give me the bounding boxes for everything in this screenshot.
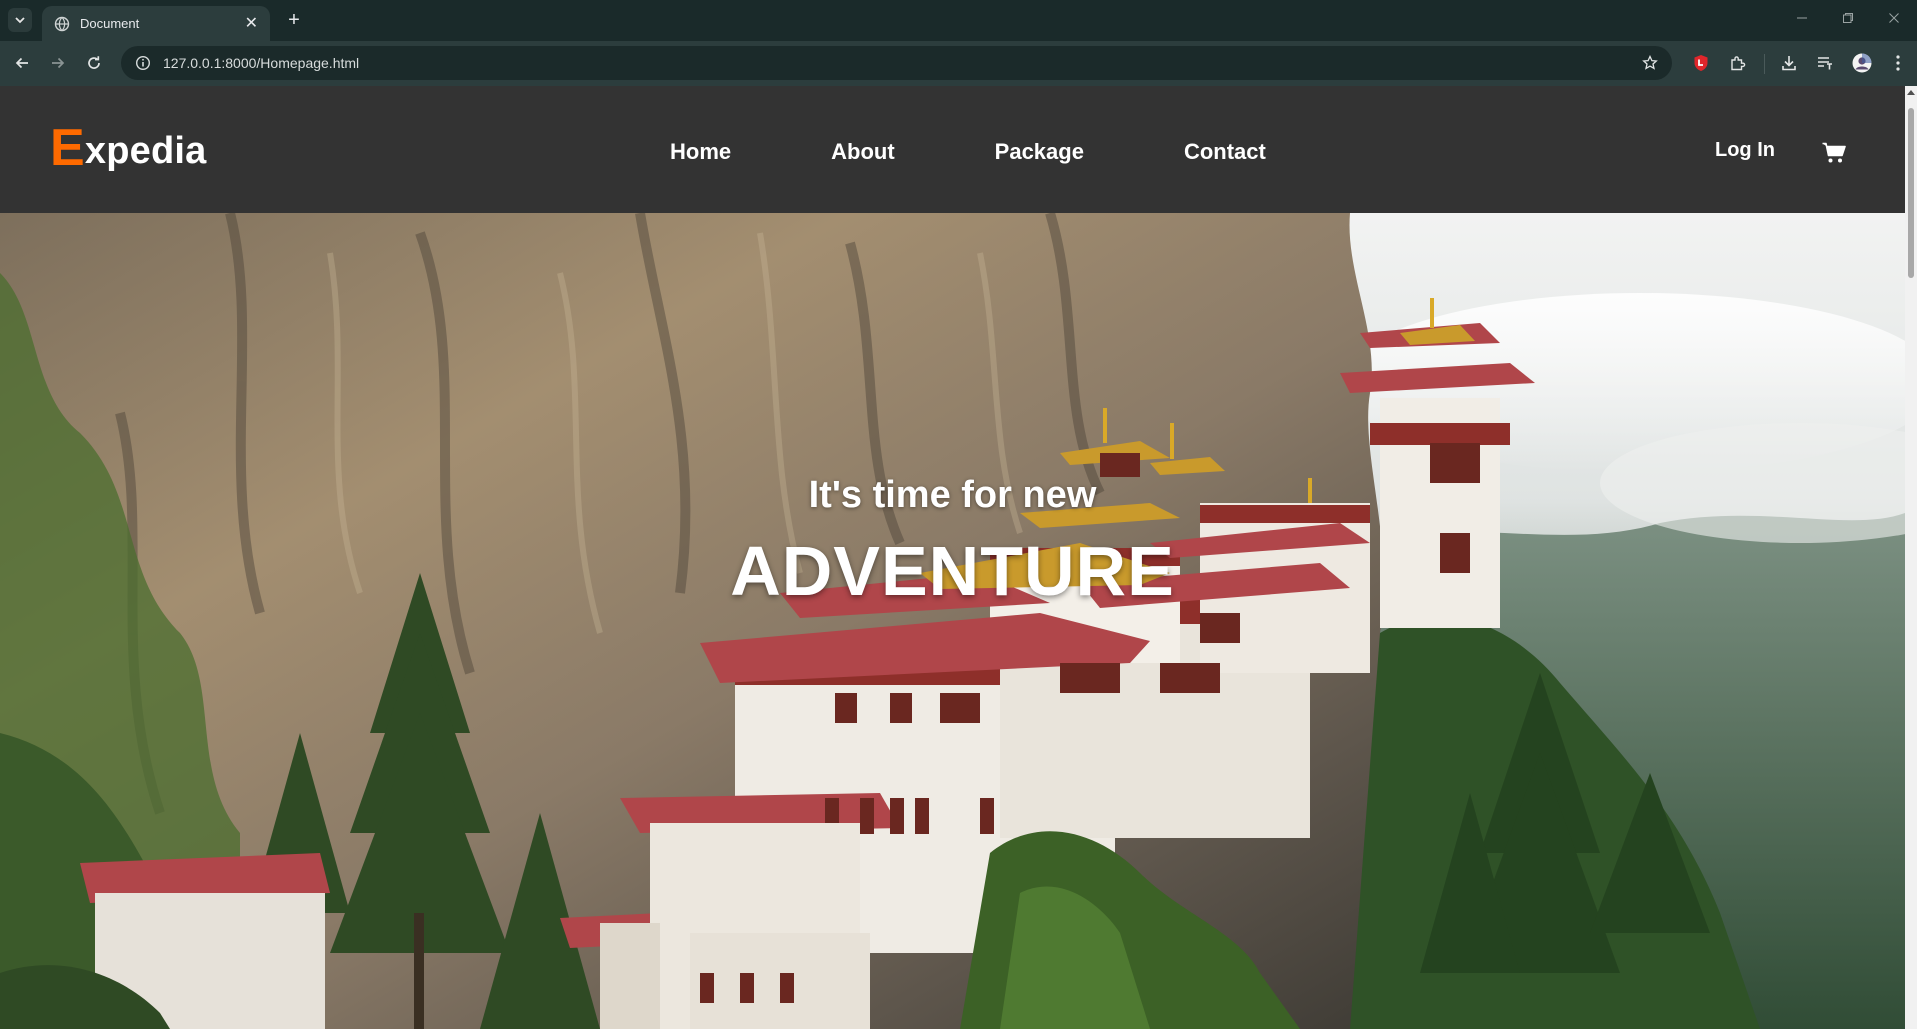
new-tab-icon[interactable]: + <box>282 9 306 33</box>
globe-icon <box>54 16 70 31</box>
close-icon[interactable]: ✕ <box>245 15 258 32</box>
forward-icon[interactable] <box>46 51 70 75</box>
url-text: 127.0.0.1:8000/Homepage.html <box>163 55 360 71</box>
toolbar-divider <box>1764 54 1765 74</box>
nav-contact[interactable]: Contact <box>1184 139 1266 165</box>
site-info-icon[interactable] <box>135 55 151 71</box>
nav-about[interactable]: About <box>831 139 895 165</box>
nav-package[interactable]: Package <box>995 139 1084 165</box>
restore-icon[interactable] <box>1825 0 1871 36</box>
browser-tab[interactable]: Document ✕ <box>42 6 270 41</box>
site-logo[interactable]: Expedia <box>50 118 206 178</box>
main-nav: Home About Package Contact <box>670 139 1266 165</box>
nav-home[interactable]: Home <box>670 139 731 165</box>
page-viewport: Expedia Home About Package Contact Log I… <box>0 86 1905 1029</box>
scrollbar-thumb[interactable] <box>1908 108 1914 278</box>
reading-list-icon[interactable] <box>1813 51 1837 75</box>
browser-tab-strip: Document ✕ + <box>0 0 1917 41</box>
extensions-puzzle-icon[interactable] <box>1726 51 1750 75</box>
cliffside-monastery-photo <box>0 213 1905 1029</box>
hero-title: ADVENTURE <box>730 532 1175 610</box>
kebab-menu-icon[interactable] <box>1886 51 1910 75</box>
site-header: Expedia Home About Package Contact Log I… <box>0 86 1905 213</box>
page-scrollbar[interactable] <box>1905 86 1917 1029</box>
bookmark-star-icon[interactable] <box>1642 55 1658 71</box>
window-close-icon[interactable] <box>1871 0 1917 36</box>
tab-search-icon[interactable] <box>8 8 32 32</box>
hero-subtitle: It's time for new <box>808 474 1097 516</box>
back-icon[interactable] <box>10 51 34 75</box>
hero-section: It's time for new ADVENTURE <box>0 213 1905 1029</box>
profile-avatar[interactable] <box>1850 51 1874 75</box>
scroll-up-icon[interactable] <box>1907 90 1915 95</box>
reload-icon[interactable] <box>82 51 106 75</box>
browser-toolbar: 127.0.0.1:8000/Homepage.html <box>0 41 1917 86</box>
logo-accent-letter: E <box>50 119 85 177</box>
downloads-icon[interactable] <box>1777 51 1801 75</box>
extension-shield-icon[interactable] <box>1689 51 1713 75</box>
window-controls <box>1779 0 1917 41</box>
shopping-cart-icon[interactable] <box>1822 142 1846 164</box>
address-bar[interactable]: 127.0.0.1:8000/Homepage.html <box>121 46 1672 80</box>
tab-title: Document <box>80 16 140 31</box>
login-link[interactable]: Log In <box>1715 139 1775 162</box>
logo-text: xpedia <box>84 130 207 172</box>
minimize-icon[interactable] <box>1779 0 1825 36</box>
